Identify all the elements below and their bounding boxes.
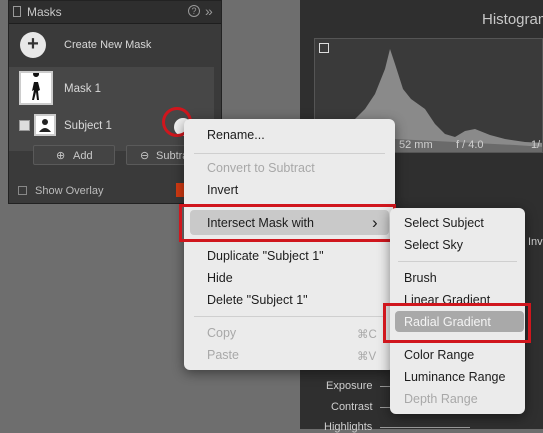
mask1-thumbnail[interactable] [19,71,53,105]
panel-toggle-icon[interactable] [13,6,21,17]
slider-contrast-track[interactable] [380,407,390,408]
collapse-icon[interactable]: » [205,3,213,19]
slider-highlights-track[interactable] [380,427,470,428]
menu-delete[interactable]: Delete "Subject 1" [207,293,308,307]
menu-separator [194,153,385,154]
paste-shortcut: ⌘V [357,351,377,363]
subtract-button[interactable]: ⊖ Subtra [126,145,192,165]
show-overlay-checkbox[interactable] [18,186,27,195]
aperture: f / 4.0 [456,139,484,151]
menu-invert[interactable]: Invert [207,183,238,197]
masks-header: Masks ? » [9,1,221,24]
slider-exposure-label: Exposure [326,380,373,392]
subject1-label[interactable]: Subject 1 [64,120,112,132]
submenu-brush[interactable]: Brush [404,271,437,285]
add-icon: ⊕ [56,150,66,162]
slider-highlights-label: Highlights [324,421,373,433]
menu-paste: Paste [207,348,239,362]
help-icon[interactable]: ? [188,5,200,17]
silhouette-icon [32,71,40,100]
copy-shortcut: ⌘C [357,329,377,341]
shutter-speed: 1/ [531,139,541,151]
menu-rename[interactable]: Rename... [207,128,265,142]
subject-thumbnail[interactable] [34,114,56,136]
menu-copy: Copy [207,326,237,340]
create-new-mask-label[interactable]: Create New Mask [64,39,151,51]
focal-length: 52 mm [399,139,433,151]
masks-title: Masks [27,5,62,19]
clipping-indicator[interactable] [319,43,329,53]
create-mask-icon[interactable]: + [20,32,46,58]
radial-gradient-highlight [383,303,531,343]
submenu-select-subject[interactable]: Select Subject [404,216,484,230]
submenu-select-sky[interactable]: Select Sky [404,238,463,252]
show-overlay-label[interactable]: Show Overlay [35,185,103,197]
intersect-highlight [179,204,396,242]
submenu-color-range[interactable]: Color Range [404,348,474,362]
add-button[interactable]: ⊕ Add [33,145,115,165]
mask1-label[interactable]: Mask 1 [64,83,101,95]
subtract-icon: ⊖ [140,150,150,162]
histogram-title: Histogram [482,11,543,28]
add-label: Add [73,150,93,162]
menu-separator [194,316,385,317]
subject-type-icon [19,120,30,131]
person-icon [39,119,51,132]
menu-duplicate[interactable]: Duplicate "Subject 1" [207,249,324,263]
context-menu: Rename... Convert to Subtract Invert Int… [184,119,395,370]
submenu-luminance-range[interactable]: Luminance Range [404,370,505,384]
slider-exposure-track[interactable] [380,386,390,387]
submenu-separator [398,261,517,262]
submenu-depth-range: Depth Range [404,392,478,406]
slider-contrast-label: Contrast [331,401,373,413]
menu-hide[interactable]: Hide [207,271,233,285]
invert-fragment[interactable]: Inv [528,236,543,248]
menu-convert-to-subtract: Convert to Subtract [207,161,315,175]
